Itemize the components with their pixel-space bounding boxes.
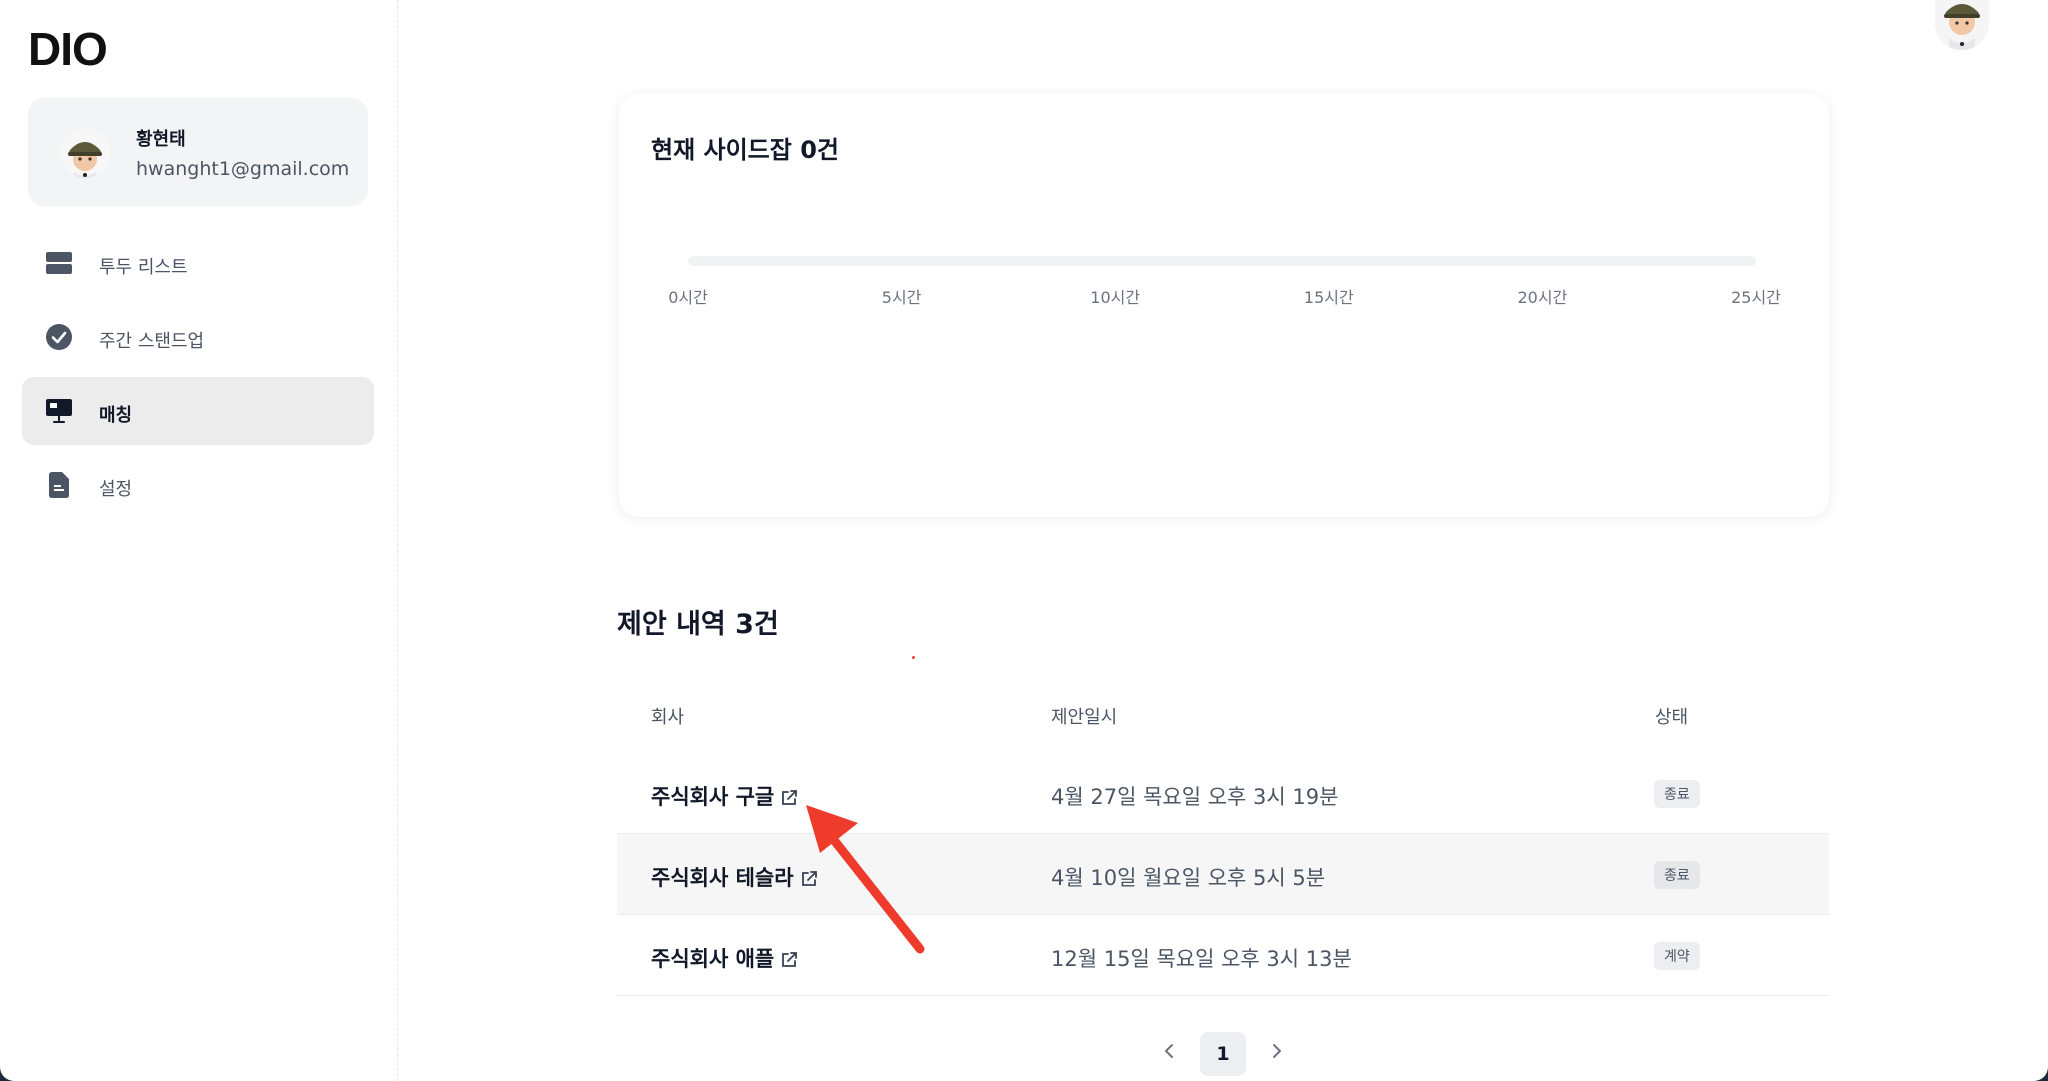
sidebar-item-label: 매칭 bbox=[99, 405, 133, 426]
faded-header-text bbox=[617, 0, 686, 21]
hours-bar-track bbox=[688, 256, 1756, 266]
x-axis-tick-label: 25시간 bbox=[1731, 288, 1781, 307]
proposals-title: 제안 내역 3건 bbox=[617, 609, 779, 640]
monitor-icon bbox=[46, 399, 72, 423]
avatar bbox=[60, 128, 110, 178]
proposal-date: 4월 10일 월요일 오후 5시 5분 bbox=[1051, 866, 1326, 890]
x-axis-tick-label: 10시간 bbox=[1090, 288, 1141, 307]
next-page-icon[interactable] bbox=[1266, 1040, 1288, 1062]
list-icon bbox=[46, 252, 72, 274]
chart-title: 현재 사이드잡 0건 bbox=[651, 136, 839, 164]
sidebar-item-label: 투두 리스트 bbox=[99, 257, 188, 278]
proposal-date: 4월 27일 목요일 오후 3시 19분 bbox=[1051, 785, 1339, 809]
app-window: DIO 황현태 hwanght1@gmail.com 투두 리스트 주간 스탠드… bbox=[0, 0, 2048, 1081]
profile-email: hwanght1@gmail.com bbox=[136, 158, 350, 180]
company-name: 주식회사 구글 bbox=[651, 785, 775, 809]
column-header-company: 회사 bbox=[651, 707, 685, 728]
page-number-current[interactable]: 1 bbox=[1200, 1032, 1246, 1076]
sidejob-chart-card: 현재 사이드잡 0건 0시간 5시간 10시간 15시간 20시간 25시간 bbox=[619, 94, 1829, 517]
x-axis-tick-label: 0시간 bbox=[668, 288, 708, 307]
sidebar-item-label: 설정 bbox=[99, 479, 133, 500]
sidebar-item-label: 주간 스탠드업 bbox=[99, 331, 205, 352]
sidebar: DIO 황현태 hwanght1@gmail.com 투두 리스트 주간 스탠드… bbox=[0, 0, 398, 1081]
check-circle-icon bbox=[46, 324, 72, 350]
profile-name: 황현태 bbox=[136, 129, 186, 150]
sidebar-item-todo[interactable]: 투두 리스트 bbox=[22, 229, 374, 297]
previous-page-icon[interactable] bbox=[1158, 1040, 1180, 1062]
company-link[interactable]: 주식회사 구글 bbox=[651, 781, 798, 811]
avatar-illustration-icon bbox=[1944, 4, 1980, 50]
sidebar-item-matching[interactable]: 매칭 bbox=[22, 377, 374, 445]
x-axis-tick-label: 15시간 bbox=[1303, 288, 1354, 307]
app-logo[interactable]: DIO bbox=[28, 22, 108, 76]
column-header-status: 상태 bbox=[1655, 707, 1689, 728]
annotation-arrow-icon bbox=[806, 805, 925, 954]
x-axis-tick-label: 20시간 bbox=[1517, 288, 1568, 307]
profile-card[interactable]: 황현태 hwanght1@gmail.com bbox=[28, 98, 368, 206]
status-badge: 계약 bbox=[1654, 942, 1700, 970]
status-badge: 종료 bbox=[1654, 861, 1700, 889]
company-name: 주식회사 테슬라 bbox=[651, 866, 794, 890]
sidebar-item-standup[interactable]: 주간 스탠드업 bbox=[22, 303, 374, 371]
status-badge: 종료 bbox=[1654, 780, 1700, 808]
sidebar-item-settings[interactable]: 설정 bbox=[22, 451, 374, 519]
document-icon bbox=[49, 472, 69, 498]
annotation-dot bbox=[912, 656, 915, 659]
proposal-date: 12월 15일 목요일 오후 3시 13분 bbox=[1051, 947, 1352, 971]
avatar-illustration-icon bbox=[60, 128, 110, 178]
x-axis-tick-label: 5시간 bbox=[881, 288, 922, 307]
company-name: 주식회사 애플 bbox=[651, 947, 775, 971]
company-link[interactable]: 주식회사 애플 bbox=[651, 943, 798, 973]
user-avatar-button[interactable] bbox=[1935, 0, 1989, 50]
column-header-date: 제안일시 bbox=[1051, 707, 1118, 728]
